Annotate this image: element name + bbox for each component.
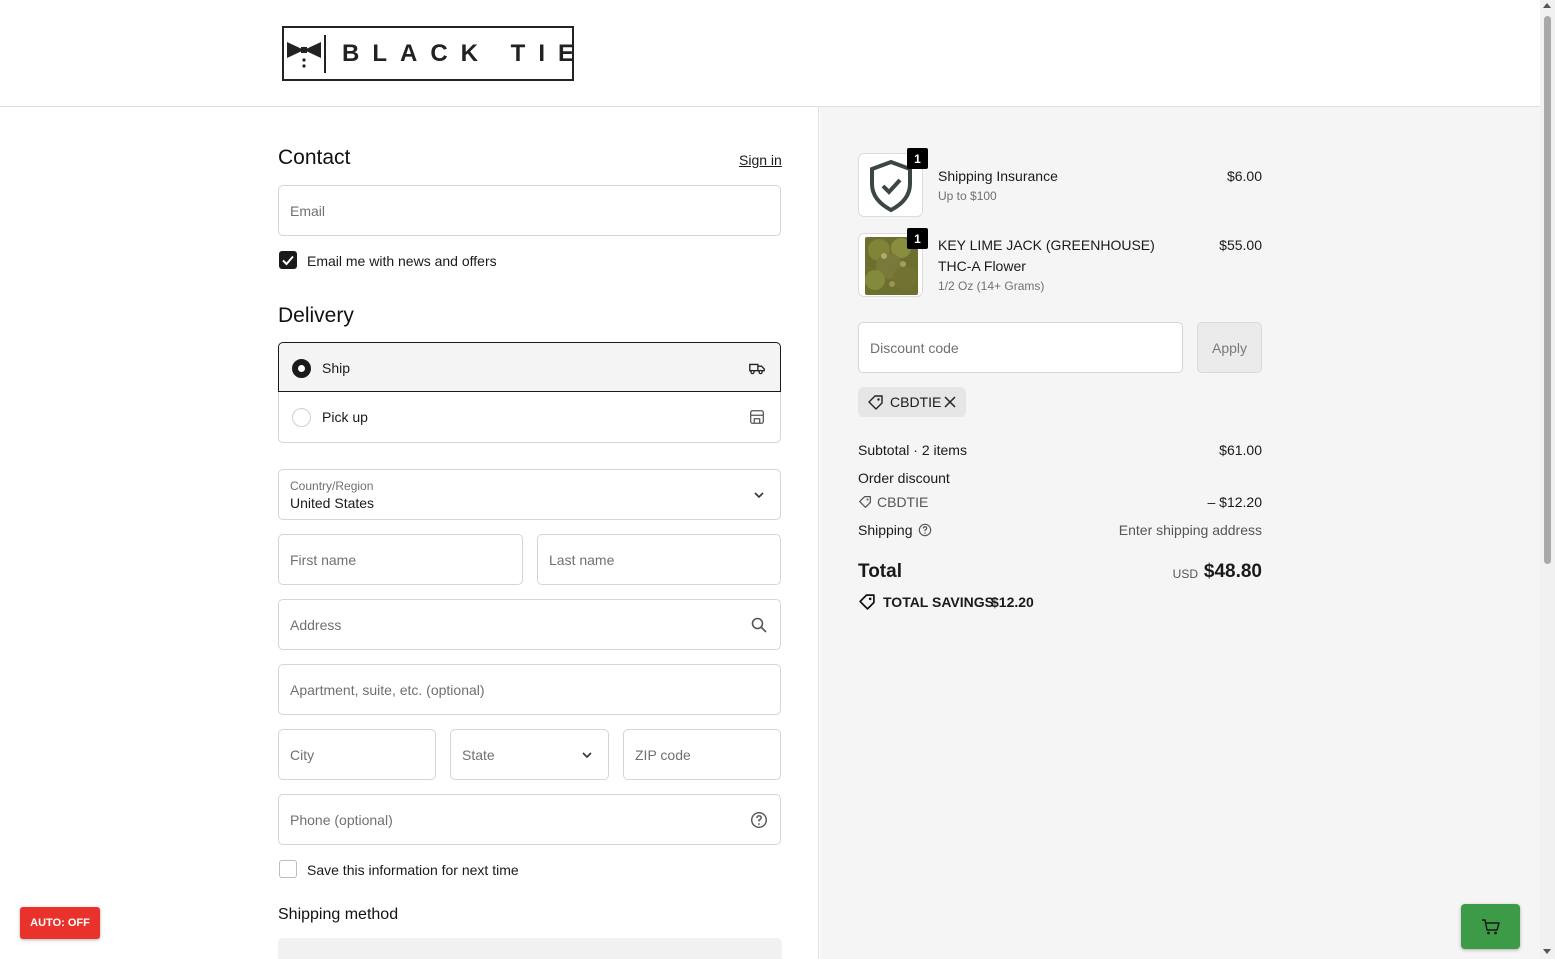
delivery-option-ship[interactable]: Ship — [278, 342, 781, 392]
product-thumbnail: 1 — [858, 228, 928, 297]
zip-placeholder: ZIP code — [635, 747, 691, 763]
subtotal-value: $61.00 — [1219, 442, 1262, 458]
product-price: $55.00 — [1219, 237, 1262, 253]
state-placeholder: State — [462, 747, 495, 763]
order-discount-label: Order discount — [858, 470, 950, 486]
apartment-placeholder: Apartment, suite, etc. (optional) — [290, 682, 485, 698]
applied-code: CBDTIE — [890, 394, 942, 410]
checkmark-icon — [282, 255, 294, 266]
save-info-checkbox[interactable] — [279, 860, 297, 878]
email-field[interactable]: Email — [278, 185, 781, 236]
city-field[interactable]: City — [278, 729, 436, 780]
sign-in-link[interactable]: Sign in — [739, 152, 782, 168]
apartment-field[interactable]: Apartment, suite, etc. (optional) — [278, 664, 781, 715]
scrollbar-thumb[interactable] — [1544, 16, 1551, 564]
apply-discount-button[interactable]: Apply — [1197, 322, 1262, 373]
zip-field[interactable]: ZIP code — [623, 729, 781, 780]
email-placeholder: Email — [290, 203, 326, 219]
product-variant: 1/2 Oz (14+ Grams) — [938, 279, 1045, 293]
tag-icon — [859, 496, 871, 508]
product-price: $6.00 — [1226, 168, 1262, 184]
product-name: Shipping Insurance — [938, 168, 1058, 184]
news-checkbox[interactable] — [279, 251, 297, 269]
country-label: Country/Region — [290, 479, 374, 493]
cart-button[interactable] — [1461, 904, 1520, 949]
product-thumbnail: 1 — [858, 148, 928, 217]
address-placeholder: Address — [290, 617, 342, 633]
country-value: United States — [290, 495, 375, 511]
bow-tie-icon — [284, 34, 326, 73]
discount-value: – $12.20 — [1207, 494, 1263, 510]
chevron-down-icon — [754, 492, 764, 499]
city-placeholder: City — [290, 747, 315, 763]
last-name-placeholder: Last name — [549, 552, 615, 568]
first-name-placeholder: First name — [290, 552, 357, 568]
total-savings-value: $12.20 — [991, 594, 1034, 610]
truck-icon — [749, 363, 765, 375]
delivery-method-group: Ship Pick up — [278, 342, 781, 443]
search-icon — [751, 617, 767, 633]
quantity-badge: 1 — [907, 148, 928, 169]
help-circle-icon[interactable] — [918, 523, 932, 537]
logo-text: BLACK TIE — [342, 39, 587, 67]
delivery-heading: Delivery — [278, 304, 354, 327]
tag-icon — [868, 395, 883, 410]
cart-icon — [1481, 918, 1500, 934]
tag-icon — [859, 594, 875, 610]
total-value: $48.80 — [1203, 561, 1262, 582]
pickup-label: Pick up — [322, 409, 368, 425]
help-circle-icon[interactable] — [750, 811, 768, 829]
phone-placeholder: Phone (optional) — [290, 812, 393, 828]
product-variant: Up to $100 — [938, 189, 997, 203]
save-info-label: Save this information for next time — [307, 862, 519, 878]
state-select[interactable]: State — [450, 729, 609, 780]
total-savings-label: TOTAL SAVINGS — [883, 594, 994, 610]
shipping-value: Enter shipping address — [1118, 522, 1262, 538]
ship-radio[interactable] — [292, 359, 311, 378]
country-select[interactable]: Country/Region United States — [278, 469, 781, 520]
page-scrollbar[interactable] — [1540, 0, 1555, 959]
phone-field[interactable]: Phone (optional) — [278, 794, 781, 845]
scroll-down-arrow-icon[interactable] — [1543, 949, 1551, 954]
chevron-down-icon — [582, 752, 592, 759]
page-header: BLACK TIE — [0, 0, 1540, 107]
product-name: KEY LIME JACK (GREENHOUSE) THC-A Flower — [938, 237, 1155, 274]
delivery-option-pickup[interactable]: Pick up — [278, 392, 781, 443]
subtotal-label: Subtotal · 2 items — [858, 442, 967, 458]
discount-code-name: CBDTIE — [877, 494, 929, 510]
first-name-field[interactable]: First name — [278, 534, 523, 585]
address-field[interactable]: Address — [278, 599, 781, 650]
total-label: Total — [858, 561, 902, 582]
shipping-method-box — [278, 938, 782, 959]
quantity-badge: 1 — [907, 228, 928, 249]
close-icon[interactable] — [944, 396, 956, 408]
brand-logo[interactable]: BLACK TIE — [282, 26, 574, 81]
pickup-radio[interactable] — [292, 408, 311, 427]
shipping-label: Shipping — [858, 522, 913, 538]
news-checkbox-label: Email me with news and offers — [307, 253, 497, 269]
auto-toggle-button[interactable]: AUTO: OFF — [20, 907, 100, 939]
total-currency: USD — [1172, 567, 1198, 581]
discount-code-field[interactable]: Discount code — [858, 322, 1183, 373]
store-icon — [750, 410, 764, 424]
scroll-up-arrow-icon[interactable] — [1543, 3, 1551, 8]
ship-label: Ship — [322, 360, 351, 376]
discount-placeholder: Discount code — [870, 340, 959, 356]
contact-heading: Contact — [278, 146, 351, 169]
applied-discount-chip: CBDTIE — [858, 387, 966, 417]
last-name-field[interactable]: Last name — [537, 534, 781, 585]
shipping-method-heading: Shipping method — [278, 906, 399, 923]
